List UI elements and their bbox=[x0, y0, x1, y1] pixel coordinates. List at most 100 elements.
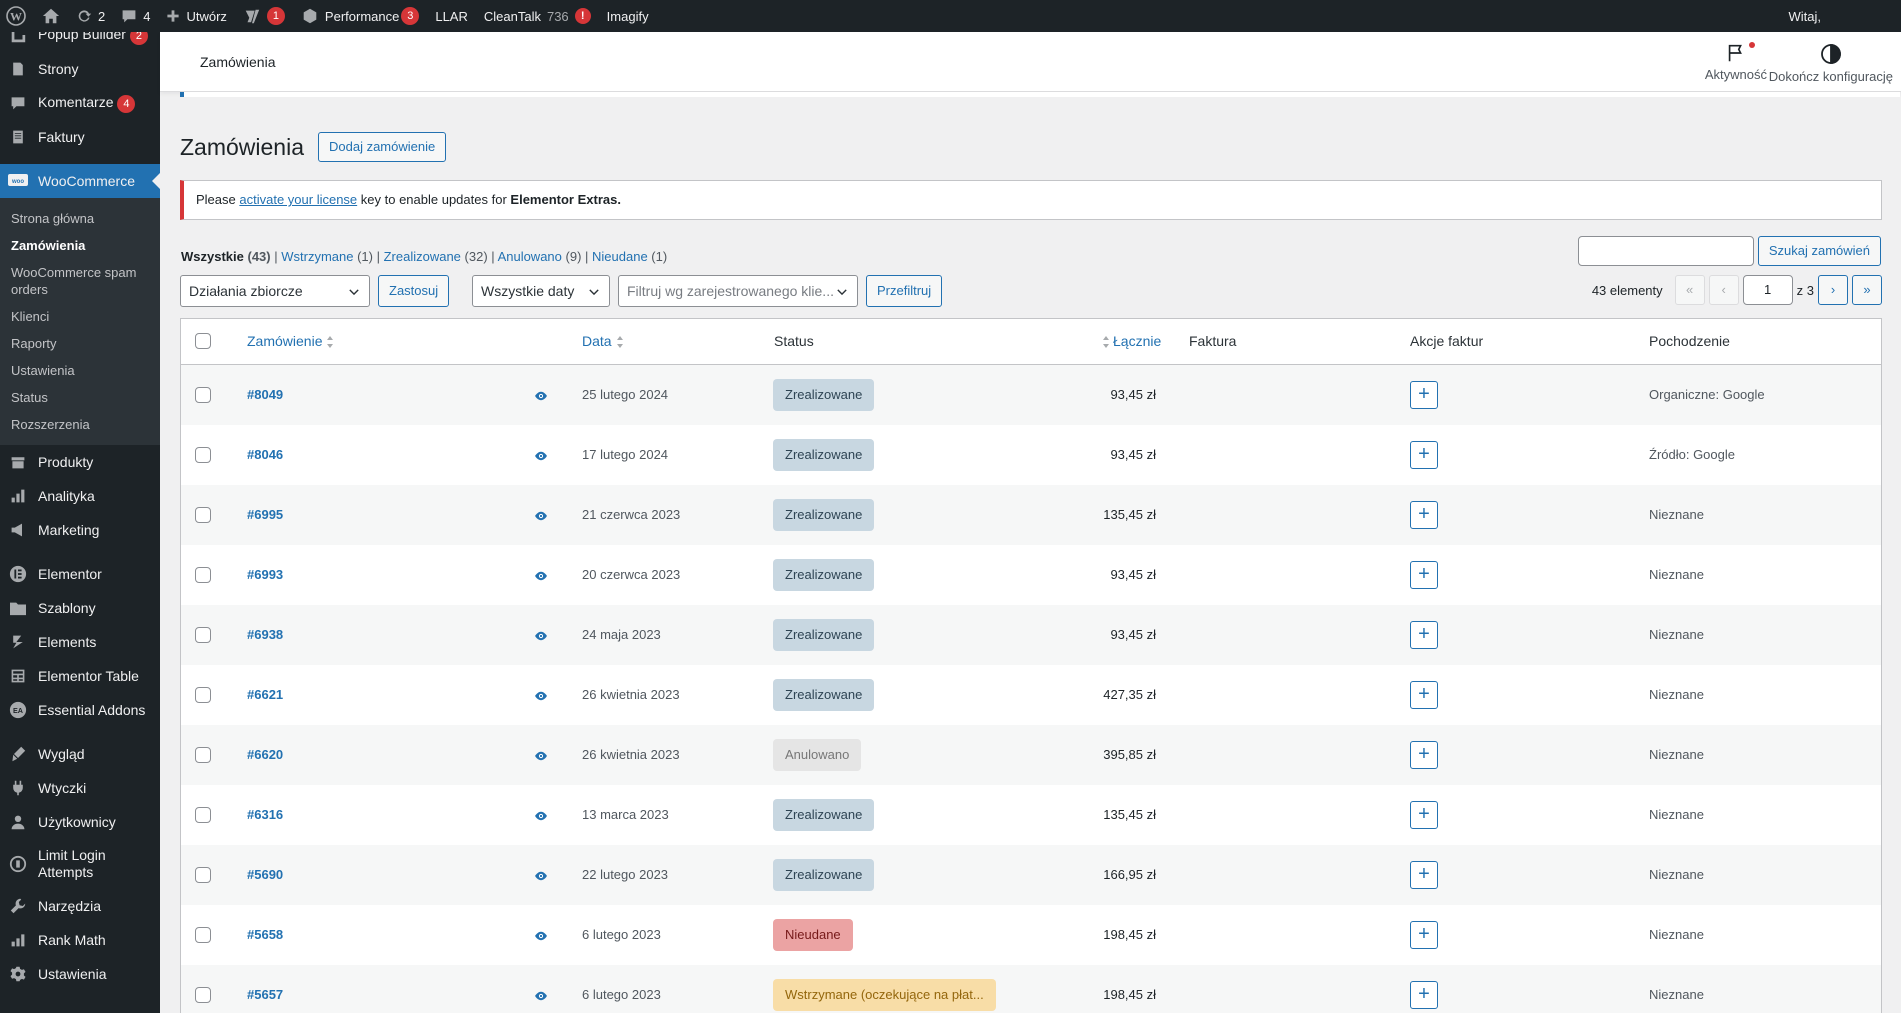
menu-marketing[interactable]: Marketing bbox=[0, 513, 160, 547]
submenu-customers[interactable]: Klienci bbox=[0, 303, 160, 330]
yoast-link[interactable]: 1 bbox=[235, 0, 293, 32]
view-cancelled[interactable]: Anulowano (9) bbox=[498, 249, 582, 264]
preview-eye-icon[interactable] bbox=[534, 989, 548, 1004]
home-icon[interactable] bbox=[34, 0, 68, 32]
new-content-link[interactable]: Utwórz bbox=[158, 0, 234, 32]
row-checkbox[interactable] bbox=[195, 447, 211, 463]
submenu-status[interactable]: Status bbox=[0, 384, 160, 411]
submenu-dashboard[interactable]: Strona główna bbox=[0, 205, 160, 232]
row-checkbox[interactable] bbox=[195, 807, 211, 823]
view-failed[interactable]: Nieudane (1) bbox=[592, 249, 667, 264]
preview-eye-icon[interactable] bbox=[534, 509, 548, 524]
menu-comments[interactable]: Komentarze 4 bbox=[0, 86, 160, 120]
submenu-settings[interactable]: Ustawienia bbox=[0, 357, 160, 384]
table-row[interactable]: #8049 25 lutego 2024 Zrealizowane 93,45 zł +… bbox=[181, 365, 1881, 425]
add-invoice-button[interactable]: + bbox=[1410, 861, 1438, 889]
row-checkbox[interactable] bbox=[195, 627, 211, 643]
menu-elements[interactable]: Elements bbox=[0, 625, 160, 659]
table-row[interactable]: #6993 20 czerwca 2023 Zrealizowane 93,45 zł… bbox=[181, 545, 1881, 605]
order-number-link[interactable]: #8046 bbox=[247, 447, 283, 462]
menu-plugins[interactable]: Wtyczki bbox=[0, 771, 160, 805]
menu-essential-addons[interactable]: EA Essential Addons bbox=[0, 693, 160, 727]
menu-limit-login[interactable]: Limit Login Attempts bbox=[0, 839, 160, 889]
table-row[interactable]: #6620 26 kwietnia 2023 Anulowano 395,85 zł +… bbox=[181, 725, 1881, 785]
order-number-link[interactable]: #5690 bbox=[247, 867, 283, 882]
activate-license-link[interactable]: activate your license bbox=[239, 192, 357, 207]
activity-button[interactable]: Aktywność bbox=[1705, 42, 1767, 82]
table-row[interactable]: #5657 6 lutego 2023 Wstrzymane (oczekujące… bbox=[181, 965, 1881, 1013]
performance-link[interactable]: Performance 3 bbox=[293, 0, 427, 32]
column-date[interactable]: Data bbox=[582, 333, 624, 349]
menu-templates[interactable]: Szablony bbox=[0, 591, 160, 625]
column-total[interactable]: Łącznie bbox=[1102, 333, 1161, 349]
search-orders-input[interactable] bbox=[1577, 236, 1754, 266]
menu-analytics[interactable]: Analityka bbox=[0, 479, 160, 513]
preview-eye-icon[interactable] bbox=[534, 749, 548, 764]
preview-eye-icon[interactable] bbox=[534, 449, 548, 464]
menu-elementor-table[interactable]: Elementor Table bbox=[0, 659, 160, 693]
menu-tools[interactable]: Narzędzia bbox=[0, 889, 160, 923]
order-number-link[interactable]: #5657 bbox=[247, 987, 283, 1002]
row-checkbox[interactable] bbox=[195, 567, 211, 583]
date-filter-select[interactable]: Wszystkie daty bbox=[472, 275, 610, 307]
filter-button[interactable]: Przefiltruj bbox=[866, 275, 943, 307]
view-all[interactable]: Wszystkie (43) bbox=[181, 249, 271, 264]
column-order[interactable]: Zamówienie bbox=[247, 333, 334, 349]
order-number-link[interactable]: #6620 bbox=[247, 747, 283, 762]
menu-invoices[interactable]: Faktury bbox=[0, 120, 160, 154]
row-checkbox[interactable] bbox=[195, 987, 211, 1003]
cleantalk-link[interactable]: CleanTalk 736 ! bbox=[476, 0, 599, 32]
updates-link[interactable]: 2 bbox=[68, 0, 113, 32]
order-number-link[interactable]: #8049 bbox=[247, 387, 283, 402]
add-invoice-button[interactable]: + bbox=[1410, 561, 1438, 589]
row-checkbox[interactable] bbox=[195, 747, 211, 763]
table-row[interactable]: #5658 6 lutego 2023 Nieudane 198,45 zł + Niez… bbox=[181, 905, 1881, 965]
menu-elementor[interactable]: Elementor bbox=[0, 557, 160, 591]
view-on-hold[interactable]: Wstrzymane (1) bbox=[281, 249, 373, 264]
submenu-spam-orders[interactable]: WooCommerce spam orders bbox=[0, 259, 160, 303]
row-checkbox[interactable] bbox=[195, 867, 211, 883]
add-invoice-button[interactable]: + bbox=[1410, 621, 1438, 649]
table-row[interactable]: #6621 26 kwietnia 2023 Zrealizowane 427,35 … bbox=[181, 665, 1881, 725]
view-completed[interactable]: Zrealizowane (32) bbox=[384, 249, 488, 264]
menu-users[interactable]: Użytkownicy bbox=[0, 805, 160, 839]
add-invoice-button[interactable]: + bbox=[1410, 921, 1438, 949]
add-invoice-button[interactable]: + bbox=[1410, 741, 1438, 769]
preview-eye-icon[interactable] bbox=[534, 929, 548, 944]
order-number-link[interactable]: #6995 bbox=[247, 507, 283, 522]
add-invoice-button[interactable]: + bbox=[1410, 681, 1438, 709]
order-number-link[interactable]: #6316 bbox=[247, 807, 283, 822]
menu-woocommerce[interactable]: woo WooCommerce bbox=[0, 164, 160, 198]
current-page-input[interactable]: 1 bbox=[1742, 275, 1793, 305]
row-checkbox[interactable] bbox=[195, 927, 211, 943]
select-all-checkbox[interactable] bbox=[195, 333, 211, 349]
bulk-actions-select[interactable]: Działania zbiorcze bbox=[180, 275, 370, 307]
menu-appearance[interactable]: Wygląd bbox=[0, 737, 160, 771]
last-page-button[interactable]: » bbox=[1852, 275, 1882, 305]
table-row[interactable]: #6995 21 czerwca 2023 Zrealizowane 135,45 z… bbox=[181, 485, 1881, 545]
add-invoice-button[interactable]: + bbox=[1410, 501, 1438, 529]
preview-eye-icon[interactable] bbox=[534, 389, 548, 404]
add-order-button[interactable]: Dodaj zamówienie bbox=[318, 132, 447, 162]
table-row[interactable]: #6316 13 marca 2023 Zrealizowane 135,45 zł +… bbox=[181, 785, 1881, 845]
menu-popup-builder[interactable]: Popup Builder 2 bbox=[0, 32, 160, 52]
search-orders-button[interactable]: Szukaj zamówień bbox=[1757, 236, 1881, 266]
submenu-reports[interactable]: Raporty bbox=[0, 330, 160, 357]
preview-eye-icon[interactable] bbox=[534, 809, 548, 824]
order-number-link[interactable]: #6993 bbox=[247, 567, 283, 582]
row-checkbox[interactable] bbox=[195, 507, 211, 523]
table-row[interactable]: #8046 17 lutego 2024 Zrealizowane 93,45 zł +… bbox=[181, 425, 1881, 485]
menu-pages[interactable]: Strony bbox=[0, 52, 160, 86]
imagify-link[interactable]: Imagify bbox=[599, 0, 657, 32]
preview-eye-icon[interactable] bbox=[534, 689, 548, 704]
row-checkbox[interactable] bbox=[195, 387, 211, 403]
add-invoice-button[interactable]: + bbox=[1410, 981, 1438, 1009]
add-invoice-button[interactable]: + bbox=[1410, 441, 1438, 469]
account-greeting[interactable]: Witaj, bbox=[1781, 0, 1830, 32]
menu-rank-math[interactable]: Rank Math bbox=[0, 923, 160, 957]
add-invoice-button[interactable]: + bbox=[1410, 801, 1438, 829]
preview-eye-icon[interactable] bbox=[534, 869, 548, 884]
table-row[interactable]: #6938 24 maja 2023 Zrealizowane 93,45 zł + Ni… bbox=[181, 605, 1881, 665]
finish-setup-button[interactable]: Dokończ konfigurację bbox=[1769, 42, 1893, 84]
add-invoice-button[interactable]: + bbox=[1410, 381, 1438, 409]
